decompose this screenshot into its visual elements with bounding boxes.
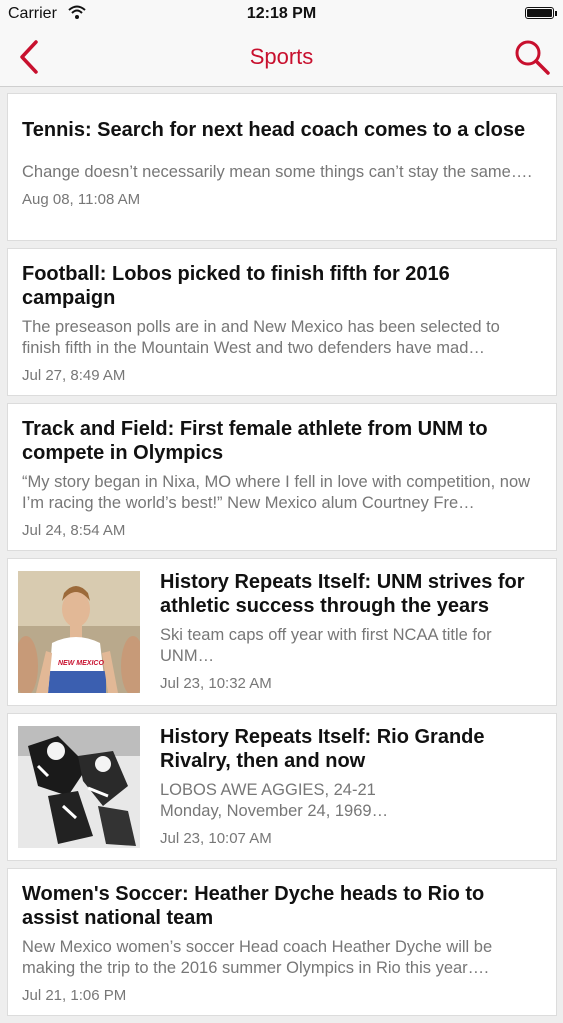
article-date: Aug 08, 11:08 AM xyxy=(22,191,141,208)
article-headline: Women's Soccer: Heather Dyche heads to R… xyxy=(22,883,485,929)
article-thumbnail xyxy=(18,726,140,848)
nav-bar: Sports xyxy=(0,28,563,87)
article-headline: Football: Lobos picked to finish fifth f… xyxy=(22,263,450,309)
article-date: Jul 23, 10:32 AM xyxy=(160,675,272,692)
clock: 12:18 PM xyxy=(246,5,317,22)
article-card[interactable]: Football: Lobos picked to finish fifth f… xyxy=(7,248,557,396)
status-bar: Carrier 12:18 PM xyxy=(0,0,563,28)
article-card[interactable]: NEW MEXICO History Repeats Itself: UNM s… xyxy=(7,558,557,706)
article-card[interactable]: Tennis: Search for next head coach comes… xyxy=(7,93,557,241)
article-summary: New Mexico women’s soccer Head coach Hea… xyxy=(22,938,493,977)
article-headline: History Repeats Itself: Rio Grande Rival… xyxy=(160,726,485,772)
article-summary: “My story began in Nixa, MO where I fell… xyxy=(22,473,531,512)
article-card[interactable]: Women's Soccer: Heather Dyche heads to R… xyxy=(7,868,557,1016)
article-card[interactable]: History Repeats Itself: Rio Grande Rival… xyxy=(7,713,557,861)
article-date: Jul 23, 10:07 AM xyxy=(160,830,272,847)
page-title: Sports xyxy=(249,44,314,69)
article-headline: History Repeats Itself: UNM strives for … xyxy=(160,571,525,617)
article-thumbnail: NEW MEXICO xyxy=(18,571,140,693)
article-card[interactable]: Track and Field: First female athlete fr… xyxy=(7,403,557,551)
article-summary: Ski team caps off year with first NCAA t… xyxy=(160,626,492,665)
article-list: Tennis: Search for next head coach comes… xyxy=(7,93,557,1023)
article-date: Jul 27, 8:49 AM xyxy=(22,367,126,384)
article-summary: Change doesn’t necessarily mean some thi… xyxy=(22,163,532,181)
article-summary: The preseason polls are in and New Mexic… xyxy=(22,318,500,357)
article-headline: Tennis: Search for next head coach comes… xyxy=(22,119,526,141)
search-icon[interactable] xyxy=(513,38,551,76)
article-summary: LOBOS AWE AGGIES, 24-21 Monday, November… xyxy=(160,781,389,820)
article-date: Jul 21, 1:06 PM xyxy=(22,987,127,1004)
article-date: Jul 24, 8:54 AM xyxy=(22,522,126,539)
battery-icon xyxy=(525,7,557,19)
jersey-lettering: NEW MEXICO xyxy=(58,660,104,667)
article-headline: Track and Field: First female athlete fr… xyxy=(22,418,488,464)
